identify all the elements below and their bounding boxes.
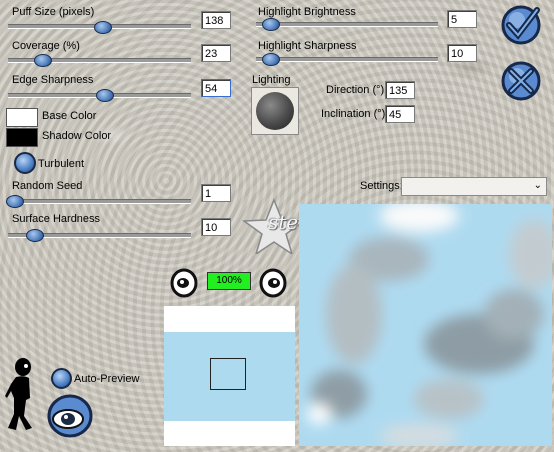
highlight-brightness-slider-thumb[interactable] xyxy=(262,18,280,31)
lighting-label: Lighting xyxy=(252,74,291,86)
ok-button[interactable] xyxy=(500,4,542,46)
coverage-label: Coverage (%) xyxy=(12,40,80,52)
source-preview[interactable] xyxy=(164,306,295,446)
random-seed-slider-thumb[interactable] xyxy=(6,195,24,208)
surface-hardness-label: Surface Hardness xyxy=(12,213,101,225)
lighting-sphere[interactable] xyxy=(256,92,294,130)
puff-size-slider-thumb[interactable] xyxy=(94,21,112,34)
mascot-figure xyxy=(2,358,40,434)
surface-hardness-slider-thumb[interactable] xyxy=(26,229,44,242)
zoom-in-icon xyxy=(170,268,198,298)
highlight-sharpness-slider-track[interactable] xyxy=(256,57,438,62)
edge-sharpness-slider-thumb[interactable] xyxy=(96,89,114,102)
zoom-out-icon xyxy=(259,268,287,298)
coverage-input[interactable]: 23 xyxy=(201,44,231,62)
chevron-down-icon: ⌄ xyxy=(533,180,542,191)
highlight-sharpness-input[interactable]: 10 xyxy=(447,44,477,62)
surface-hardness-input[interactable]: 10 xyxy=(201,218,231,236)
base-color-swatch[interactable] xyxy=(6,108,38,127)
auto-preview-toggle[interactable] xyxy=(51,368,72,389)
result-preview[interactable] xyxy=(299,204,552,446)
mascot-icon xyxy=(5,358,32,430)
puff-size-input[interactable]: 138 xyxy=(201,11,231,29)
inclination-label: Inclination (°) xyxy=(321,108,386,120)
close-icon xyxy=(501,61,541,101)
shadow-color-label: Shadow Color xyxy=(42,130,112,142)
preview-button[interactable] xyxy=(46,393,94,439)
highlight-brightness-input[interactable]: 5 xyxy=(447,10,477,28)
cloud-preview-image xyxy=(307,204,552,446)
edge-sharpness-label: Edge Sharpness xyxy=(12,74,94,86)
eye-icon xyxy=(47,394,93,438)
shadow-color-swatch[interactable] xyxy=(6,128,38,147)
preview-viewport-rect[interactable] xyxy=(210,358,246,390)
direction-label: Direction (°) xyxy=(326,84,385,96)
base-color-label: Base Color xyxy=(42,110,97,122)
highlight-sharpness-label: Highlight Sharpness xyxy=(258,40,357,52)
coverage-slider-thumb[interactable] xyxy=(34,54,52,67)
settings-label: Settings: xyxy=(360,180,403,192)
inclination-input[interactable]: 45 xyxy=(385,105,415,123)
settings-dropdown[interactable]: ⌄ xyxy=(401,177,547,196)
turbulent-label: Turbulent xyxy=(38,158,85,170)
random-seed-label: Random Seed xyxy=(12,180,83,192)
edge-sharpness-input[interactable]: 54 xyxy=(201,79,231,97)
highlight-brightness-slider-track[interactable] xyxy=(256,22,438,27)
zoom-in-button[interactable] xyxy=(170,268,198,298)
highlight-brightness-label: Highlight Brightness xyxy=(258,6,356,18)
direction-input[interactable]: 135 xyxy=(385,81,415,99)
auto-preview-label: Auto-Preview xyxy=(74,373,140,385)
turbulent-toggle[interactable] xyxy=(14,152,36,174)
checkmark-icon xyxy=(501,5,541,45)
lighting-picker[interactable] xyxy=(251,87,299,135)
random-seed-input[interactable]: 1 xyxy=(201,184,231,202)
zoom-out-button[interactable] xyxy=(259,268,287,298)
highlight-sharpness-slider-thumb[interactable] xyxy=(262,53,280,66)
random-seed-slider-track[interactable] xyxy=(8,199,191,204)
cancel-button[interactable] xyxy=(500,60,542,102)
zoom-level: 100% xyxy=(207,272,251,290)
puff-size-label: Puff Size (pixels) xyxy=(12,6,95,18)
